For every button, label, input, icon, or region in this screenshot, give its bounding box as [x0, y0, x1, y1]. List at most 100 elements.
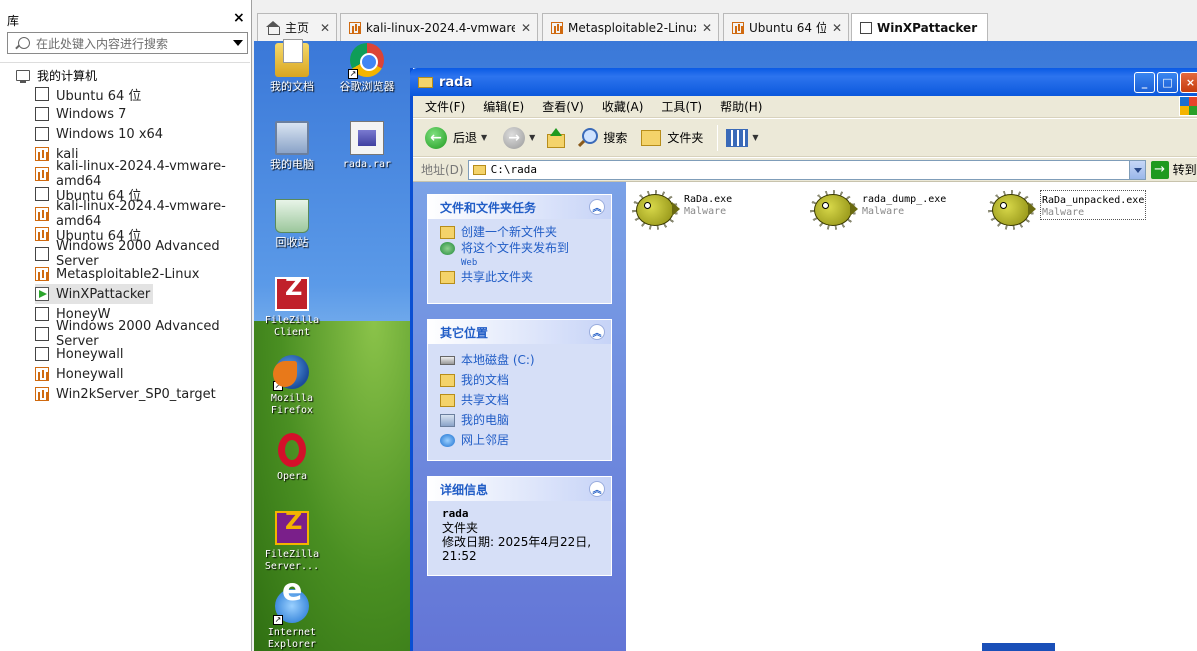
task-publish-web[interactable]: 将这个文件夹发布到 Web [440, 242, 611, 268]
up-folder-icon[interactable] [545, 127, 566, 148]
place-local-disk[interactable]: 本地磁盘 (C:) [440, 354, 611, 367]
disk-icon [440, 356, 455, 365]
desktop-icon-rada-rar[interactable]: rada.rar [331, 121, 403, 171]
vm-tree-item[interactable]: Windows 10 x64 [35, 124, 166, 144]
chevron-down-icon[interactable]: ▼ [481, 133, 487, 142]
vm-icon [35, 127, 49, 141]
desktop-icon-label: FileZilla Client [264, 315, 320, 338]
tab-kali[interactable]: kali-linux-2024.4-vmware-am... ✕ [340, 13, 538, 41]
folders-icon[interactable] [641, 129, 662, 146]
vm-icon [35, 347, 49, 361]
tab-home[interactable]: 主页 ✕ [257, 13, 337, 41]
vm-icon [35, 187, 49, 201]
folders-button[interactable]: 文件夹 [667, 129, 703, 146]
close-icon[interactable]: ✕ [702, 21, 712, 35]
desktop-icon-recycle-bin[interactable]: 回收站 [256, 199, 328, 249]
file-item-rada-exe[interactable]: RaDa.exe Malware [630, 190, 732, 230]
vm-icon [35, 267, 49, 281]
menu-view[interactable]: 查看(V) [542, 98, 584, 115]
panel-header[interactable]: 详细信息 ︽ [428, 477, 611, 501]
menu-edit[interactable]: 编辑(E) [483, 98, 524, 115]
library-close-button[interactable]: × [233, 10, 245, 26]
close-icon[interactable]: ✕ [832, 21, 842, 35]
globe-icon [440, 242, 455, 255]
file-view: RaDa.exe Malware rada_dump_.exe Malware … [626, 182, 1197, 651]
desktop-icon-chrome[interactable]: ↗ 谷歌浏览器 [331, 43, 403, 93]
vm-tree-item[interactable]: Honeywall [35, 364, 126, 384]
panel-header[interactable]: 其它位置 ︽ [428, 320, 611, 344]
desktop-icon-ie[interactable]: ↗ Internet Explorer [256, 585, 328, 651]
address-value: C:\rada [490, 163, 537, 176]
chevron-down-icon[interactable] [1128, 160, 1145, 179]
tab-winxpattacker[interactable]: WinXPattacker [851, 13, 988, 41]
window-titlebar[interactable]: rada _ □ × [410, 68, 1197, 96]
vm-tree-item[interactable]: kali-linux-2024.4-vmware-amd64 [35, 159, 250, 189]
vm-tree-item[interactable]: Ubuntu 64 位 [35, 84, 144, 104]
tab-label: kali-linux-2024.4-vmware-am... [366, 20, 515, 35]
tab-metasploitable[interactable]: Metasploitable2-Linux ✕ [542, 13, 719, 41]
toolbar-separator [717, 124, 719, 151]
chevron-down-icon[interactable] [233, 40, 243, 46]
menu-file[interactable]: 文件(F) [425, 98, 465, 115]
menu-help[interactable]: 帮助(H) [720, 98, 762, 115]
chevron-down-icon[interactable]: ▼ [529, 133, 535, 142]
file-item-rada-dump[interactable]: rada_dump_.exe Malware [808, 190, 946, 230]
desktop-icon-firefox[interactable]: ↗ Mozilla Firefox [256, 355, 328, 417]
desktop-icon-filezilla-client[interactable]: FileZilla Client [256, 277, 328, 339]
collapse-icon[interactable]: ︽ [589, 199, 605, 215]
desktop-icon-my-documents[interactable]: 我的文档 [256, 39, 328, 93]
pufferfish-icon [630, 190, 680, 230]
vm-tree-item[interactable]: Windows 2000 Advanced Server [35, 319, 250, 349]
task-share-folder[interactable]: 共享此文件夹 [440, 271, 611, 284]
address-input[interactable]: C:\rada [467, 159, 1146, 180]
chevron-down-icon[interactable]: ▼ [752, 133, 758, 142]
tab-ubuntu[interactable]: Ubuntu 64 位 ✕ [723, 13, 849, 41]
vm-tree-item[interactable]: kali-linux-2024.4-vmware-amd64 [35, 199, 250, 229]
vm-icon [35, 107, 49, 121]
vm-tree-item[interactable]: Metasploitable2-Linux [35, 264, 202, 284]
forward-arrow-icon[interactable]: → [503, 126, 526, 149]
desktop-icon-label: FileZilla Server... [264, 549, 320, 572]
place-my-computer[interactable]: 我的电脑 [440, 414, 611, 427]
file-item-rada-unpacked[interactable]: RaDa_unpacked.exe Malware [986, 190, 1147, 230]
place-shared-docs[interactable]: 共享文档 [440, 394, 611, 407]
tree-root-label: 我的计算机 [37, 68, 98, 83]
vm-icon [35, 227, 49, 241]
panel-title: 文件和文件夹任务 [440, 200, 537, 215]
close-icon[interactable]: ✕ [521, 21, 531, 35]
vm-tree-item[interactable]: Win2kServer_SP0_target [35, 384, 219, 404]
vm-tree-item[interactable]: Honeywall [35, 344, 126, 364]
task-new-folder[interactable]: 创建一个新文件夹 [440, 226, 611, 239]
file-text: RaDa_unpacked.exe Malware [1040, 190, 1147, 220]
recycle-bin-icon [275, 199, 309, 233]
place-network[interactable]: 网上邻居 [440, 434, 611, 447]
vm-tree-item[interactable]: Windows 7 [35, 104, 129, 124]
back-arrow-icon[interactable]: ← [425, 126, 447, 149]
back-button[interactable]: 后退 [453, 129, 477, 146]
minimize-button[interactable]: _ [1134, 71, 1155, 93]
desktop-icon-opera[interactable]: Opera [256, 433, 328, 483]
close-icon[interactable]: ✕ [320, 21, 330, 35]
vm-icon [551, 21, 563, 34]
desktop-icon-my-computer[interactable]: 我的电脑 [256, 121, 328, 171]
go-button[interactable]: → 转到 [1150, 160, 1197, 179]
search-button[interactable]: 搜索 [603, 129, 627, 146]
library-search-input[interactable]: 在此处键入内容进行搜索 [7, 32, 248, 54]
maximize-button[interactable]: □ [1157, 71, 1178, 93]
place-my-documents[interactable]: 我的文档 [440, 374, 611, 387]
collapse-icon[interactable]: ︽ [589, 324, 605, 340]
menu-tools[interactable]: 工具(T) [661, 98, 702, 115]
search-icon[interactable] [577, 127, 599, 148]
panel-header[interactable]: 文件和文件夹任务 ︽ [428, 195, 611, 219]
desktop-icon-filezilla-server[interactable]: FileZilla Server... [256, 511, 328, 573]
vm-tree-item[interactable]: WinXPattacker [35, 284, 154, 304]
home-icon [266, 21, 280, 35]
tree-root-my-computer[interactable]: 我的计算机 [16, 66, 97, 84]
address-bar: 地址(D) C:\rada → 转到 [413, 158, 1197, 182]
shortcut-arrow-icon: ↗ [348, 69, 358, 79]
views-icon[interactable] [726, 128, 749, 147]
close-button[interactable]: × [1180, 71, 1197, 93]
vm-tree-item[interactable]: Windows 2000 Advanced Server [35, 239, 250, 269]
collapse-icon[interactable]: ︽ [589, 481, 605, 497]
menu-favorites[interactable]: 收藏(A) [602, 98, 644, 115]
